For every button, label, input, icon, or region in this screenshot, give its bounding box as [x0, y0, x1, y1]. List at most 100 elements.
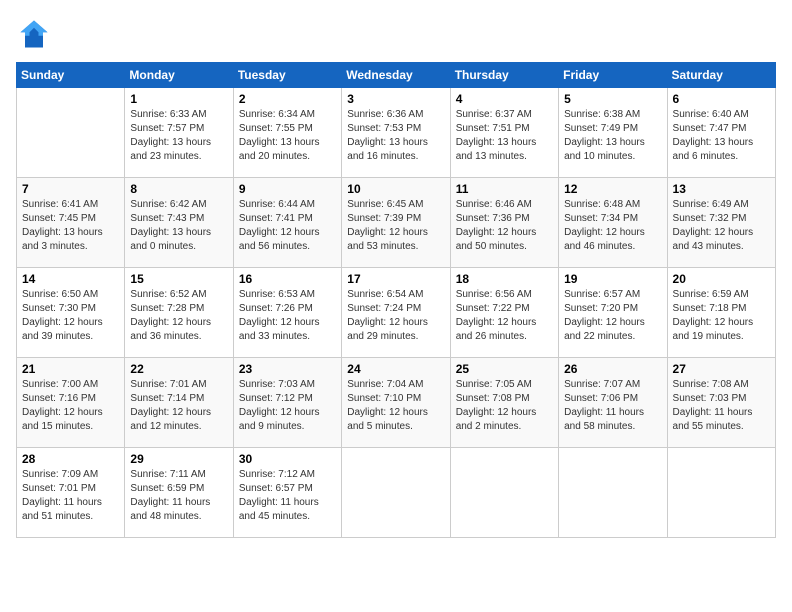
calendar-cell: 16 Sunrise: 6:53 AM Sunset: 7:26 PM Dayli… — [233, 268, 341, 358]
calendar-cell: 7 Sunrise: 6:41 AM Sunset: 7:45 PM Daylig… — [17, 178, 125, 268]
day-number: 8 — [130, 182, 227, 196]
calendar-cell: 23 Sunrise: 7:03 AM Sunset: 7:12 PM Dayli… — [233, 358, 341, 448]
day-content: Sunrise: 6:42 AM Sunset: 7:43 PM Dayligh… — [130, 198, 227, 254]
day-number: 18 — [456, 272, 553, 286]
day-content: Sunrise: 6:59 AM Sunset: 7:18 PM Dayligh… — [673, 288, 770, 344]
calendar-cell — [342, 448, 450, 538]
day-number: 16 — [239, 272, 336, 286]
calendar-cell: 24 Sunrise: 7:04 AM Sunset: 7:10 PM Dayli… — [342, 358, 450, 448]
day-content: Sunrise: 6:54 AM Sunset: 7:24 PM Dayligh… — [347, 288, 444, 344]
calendar-cell: 29 Sunrise: 7:11 AM Sunset: 6:59 PM Dayli… — [125, 448, 233, 538]
day-number: 5 — [564, 92, 661, 106]
weekday-header-thursday: Thursday — [450, 63, 558, 88]
day-content: Sunrise: 6:56 AM Sunset: 7:22 PM Dayligh… — [456, 288, 553, 344]
calendar-cell: 5 Sunrise: 6:38 AM Sunset: 7:49 PM Daylig… — [559, 88, 667, 178]
day-number: 22 — [130, 362, 227, 376]
day-number: 17 — [347, 272, 444, 286]
calendar-cell: 28 Sunrise: 7:09 AM Sunset: 7:01 PM Dayli… — [17, 448, 125, 538]
calendar-cell: 18 Sunrise: 6:56 AM Sunset: 7:22 PM Dayli… — [450, 268, 558, 358]
calendar-week-1: 1 Sunrise: 6:33 AM Sunset: 7:57 PM Daylig… — [17, 88, 776, 178]
day-content: Sunrise: 6:49 AM Sunset: 7:32 PM Dayligh… — [673, 198, 770, 254]
calendar-cell: 22 Sunrise: 7:01 AM Sunset: 7:14 PM Dayli… — [125, 358, 233, 448]
day-content: Sunrise: 6:45 AM Sunset: 7:39 PM Dayligh… — [347, 198, 444, 254]
calendar-cell: 21 Sunrise: 7:00 AM Sunset: 7:16 PM Dayli… — [17, 358, 125, 448]
day-number: 11 — [456, 182, 553, 196]
day-content: Sunrise: 7:11 AM Sunset: 6:59 PM Dayligh… — [130, 468, 227, 524]
day-number: 24 — [347, 362, 444, 376]
day-number: 26 — [564, 362, 661, 376]
day-content: Sunrise: 6:48 AM Sunset: 7:34 PM Dayligh… — [564, 198, 661, 254]
day-number: 9 — [239, 182, 336, 196]
day-number: 28 — [22, 452, 119, 466]
calendar-cell — [559, 448, 667, 538]
day-content: Sunrise: 7:01 AM Sunset: 7:14 PM Dayligh… — [130, 378, 227, 434]
day-number: 14 — [22, 272, 119, 286]
day-number: 13 — [673, 182, 770, 196]
calendar-week-2: 7 Sunrise: 6:41 AM Sunset: 7:45 PM Daylig… — [17, 178, 776, 268]
calendar-week-3: 14 Sunrise: 6:50 AM Sunset: 7:30 PM Dayli… — [17, 268, 776, 358]
logo — [16, 16, 56, 52]
calendar-cell: 8 Sunrise: 6:42 AM Sunset: 7:43 PM Daylig… — [125, 178, 233, 268]
calendar-cell — [450, 448, 558, 538]
day-number: 3 — [347, 92, 444, 106]
day-content: Sunrise: 6:37 AM Sunset: 7:51 PM Dayligh… — [456, 108, 553, 164]
day-content: Sunrise: 6:53 AM Sunset: 7:26 PM Dayligh… — [239, 288, 336, 344]
day-content: Sunrise: 7:05 AM Sunset: 7:08 PM Dayligh… — [456, 378, 553, 434]
day-number: 10 — [347, 182, 444, 196]
day-content: Sunrise: 7:04 AM Sunset: 7:10 PM Dayligh… — [347, 378, 444, 434]
calendar-cell: 27 Sunrise: 7:08 AM Sunset: 7:03 PM Dayli… — [667, 358, 775, 448]
page-header — [16, 16, 776, 52]
day-number: 30 — [239, 452, 336, 466]
day-content: Sunrise: 6:52 AM Sunset: 7:28 PM Dayligh… — [130, 288, 227, 344]
calendar-cell: 3Sunrise: 6:36 AM Sunset: 7:53 PM Daylig… — [342, 88, 450, 178]
calendar-cell — [17, 88, 125, 178]
day-content: Sunrise: 6:34 AM Sunset: 7:55 PM Dayligh… — [239, 108, 336, 164]
day-content: Sunrise: 6:33 AM Sunset: 7:57 PM Dayligh… — [130, 108, 227, 164]
day-number: 29 — [130, 452, 227, 466]
day-content: Sunrise: 6:41 AM Sunset: 7:45 PM Dayligh… — [22, 198, 119, 254]
day-content: Sunrise: 7:12 AM Sunset: 6:57 PM Dayligh… — [239, 468, 336, 524]
calendar-week-5: 28 Sunrise: 7:09 AM Sunset: 7:01 PM Dayli… — [17, 448, 776, 538]
calendar-table: SundayMondayTuesdayWednesdayThursdayFrid… — [16, 62, 776, 538]
day-number: 20 — [673, 272, 770, 286]
day-content: Sunrise: 6:40 AM Sunset: 7:47 PM Dayligh… — [673, 108, 770, 164]
day-content: Sunrise: 6:46 AM Sunset: 7:36 PM Dayligh… — [456, 198, 553, 254]
calendar-cell: 10 Sunrise: 6:45 AM Sunset: 7:39 PM Dayli… — [342, 178, 450, 268]
day-number: 2 — [239, 92, 336, 106]
day-number: 7 — [22, 182, 119, 196]
day-content: Sunrise: 6:57 AM Sunset: 7:20 PM Dayligh… — [564, 288, 661, 344]
calendar-cell: 9Sunrise: 6:44 AM Sunset: 7:41 PM Daylig… — [233, 178, 341, 268]
day-number: 21 — [22, 362, 119, 376]
calendar-cell: 4 Sunrise: 6:37 AM Sunset: 7:51 PM Daylig… — [450, 88, 558, 178]
calendar-cell: 30 Sunrise: 7:12 AM Sunset: 6:57 PM Dayli… — [233, 448, 341, 538]
weekday-header-friday: Friday — [559, 63, 667, 88]
day-number: 1 — [130, 92, 227, 106]
day-number: 15 — [130, 272, 227, 286]
weekday-header-monday: Monday — [125, 63, 233, 88]
day-number: 27 — [673, 362, 770, 376]
logo-icon — [16, 16, 52, 52]
calendar-cell: 13 Sunrise: 6:49 AM Sunset: 7:32 PM Dayli… — [667, 178, 775, 268]
calendar-header: SundayMondayTuesdayWednesdayThursdayFrid… — [17, 63, 776, 88]
day-content: Sunrise: 7:00 AM Sunset: 7:16 PM Dayligh… — [22, 378, 119, 434]
calendar-cell: 25 Sunrise: 7:05 AM Sunset: 7:08 PM Dayli… — [450, 358, 558, 448]
calendar-cell — [667, 448, 775, 538]
calendar-cell: 14 Sunrise: 6:50 AM Sunset: 7:30 PM Dayli… — [17, 268, 125, 358]
day-number: 12 — [564, 182, 661, 196]
day-number: 23 — [239, 362, 336, 376]
calendar-cell: 12 Sunrise: 6:48 AM Sunset: 7:34 PM Dayli… — [559, 178, 667, 268]
day-number: 25 — [456, 362, 553, 376]
day-content: Sunrise: 7:09 AM Sunset: 7:01 PM Dayligh… — [22, 468, 119, 524]
calendar-cell: 17 Sunrise: 6:54 AM Sunset: 7:24 PM Dayli… — [342, 268, 450, 358]
day-content: Sunrise: 7:08 AM Sunset: 7:03 PM Dayligh… — [673, 378, 770, 434]
day-content: Sunrise: 6:50 AM Sunset: 7:30 PM Dayligh… — [22, 288, 119, 344]
day-content: Sunrise: 6:38 AM Sunset: 7:49 PM Dayligh… — [564, 108, 661, 164]
weekday-header-wednesday: Wednesday — [342, 63, 450, 88]
day-number: 4 — [456, 92, 553, 106]
day-number: 6 — [673, 92, 770, 106]
day-content: Sunrise: 7:03 AM Sunset: 7:12 PM Dayligh… — [239, 378, 336, 434]
weekday-header-saturday: Saturday — [667, 63, 775, 88]
calendar-cell: 15 Sunrise: 6:52 AM Sunset: 7:28 PM Dayli… — [125, 268, 233, 358]
weekday-header-sunday: Sunday — [17, 63, 125, 88]
calendar-cell: 26Sunrise: 7:07 AM Sunset: 7:06 PM Dayli… — [559, 358, 667, 448]
